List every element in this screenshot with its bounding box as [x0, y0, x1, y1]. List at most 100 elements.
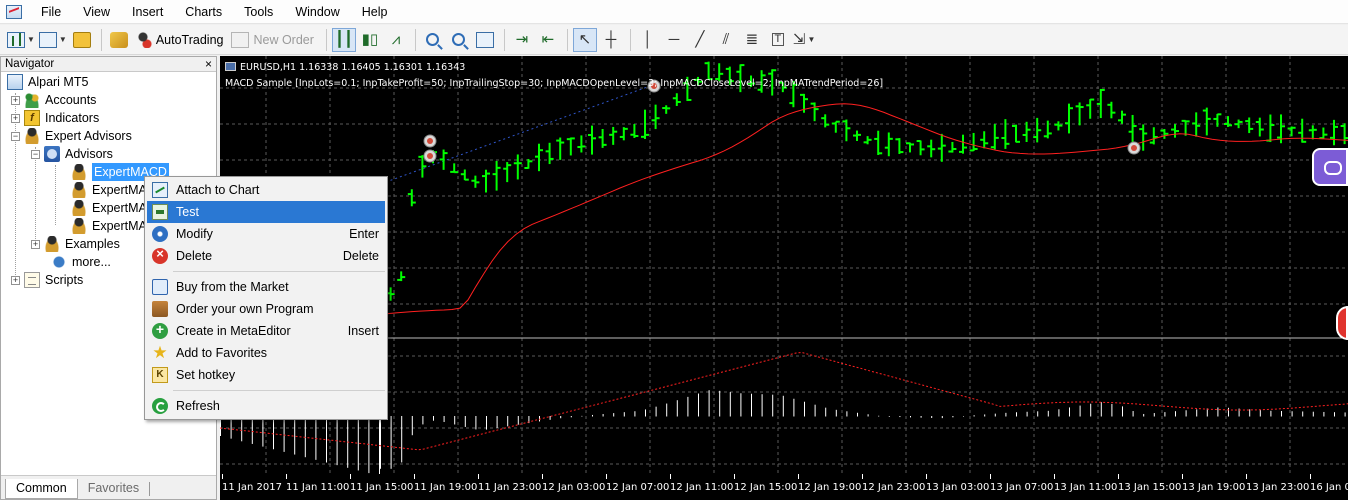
menu-file[interactable]: File — [30, 0, 72, 24]
time-label: 11 Jan 2017 — [222, 482, 282, 493]
macd-histogram-bar — [1111, 403, 1113, 417]
chart-window[interactable]: EURUSD,H1 1.16338 1.16405 1.16301 1.1634… — [220, 56, 1348, 500]
macd-histogram-bar — [443, 416, 445, 423]
price-bar — [937, 133, 946, 162]
zoom-out-button[interactable] — [447, 28, 471, 52]
macd-histogram-bar — [1196, 409, 1198, 417]
expand-icon[interactable]: + — [11, 275, 20, 285]
bar-chart-button[interactable]: ┃┃ — [331, 27, 356, 52]
price-chart-canvas[interactable] — [220, 56, 1348, 474]
tree-item-expert-advisors[interactable]: − Expert Advisors — [11, 127, 132, 145]
menu-item-attach-to-chart[interactable]: Attach to Chart — [147, 179, 385, 201]
tree-item-expert-ma-2[interactable]: ExpertMA — [71, 199, 147, 217]
tree-item-indicators[interactable]: + f Indicators — [11, 109, 99, 127]
cursor-button[interactable]: ↖ — [572, 27, 597, 52]
price-bar — [969, 132, 978, 152]
equidistant-channel-button[interactable]: ⫽ — [714, 28, 738, 52]
menu-item-set-hotkey[interactable]: K Set hotkey — [147, 364, 385, 386]
autotrading-button[interactable]: AutoTrading — [133, 28, 229, 52]
expert-advisor-icon — [44, 236, 60, 252]
time-tick — [1246, 474, 1247, 479]
navigator-title: Navigator — [5, 58, 55, 70]
macd-histogram-bar — [379, 416, 380, 474]
macd-histogram-bar — [994, 413, 996, 417]
tab-favorites[interactable]: Favorites — [78, 479, 149, 499]
metaeditor-button[interactable] — [107, 28, 131, 52]
fibonacci-button[interactable]: ≣ — [740, 28, 764, 52]
tree-item-more[interactable]: more... — [51, 253, 111, 271]
text-button[interactable]: T — [766, 28, 790, 52]
menu-window[interactable]: Window — [284, 0, 350, 24]
expand-icon[interactable]: + — [11, 113, 20, 123]
auto-scroll-button[interactable]: ⇥ — [510, 28, 534, 52]
menu-insert[interactable]: Insert — [121, 0, 174, 24]
macd-histogram-bar — [1175, 411, 1176, 417]
crosshair-button[interactable]: ┼ — [599, 28, 623, 52]
menu-help[interactable]: Help — [351, 0, 399, 24]
tree-item-root[interactable]: Alpari MT5 — [7, 73, 88, 91]
chat-widget-icon[interactable] — [1312, 148, 1348, 186]
horizontal-line-button[interactable]: ─ — [662, 28, 686, 52]
expert-advisor-icon — [71, 200, 87, 216]
menu-charts[interactable]: Charts — [174, 0, 233, 24]
new-chart-button[interactable]: ▼ — [6, 28, 36, 52]
collapse-icon[interactable]: − — [11, 131, 20, 141]
menu-item-test[interactable]: Test — [147, 201, 385, 223]
cursor-icon: ↖ — [578, 31, 592, 48]
expand-icon[interactable]: + — [31, 239, 40, 249]
collapse-icon[interactable]: − — [31, 149, 40, 159]
arrows-button[interactable]: ⇲ ▼ — [792, 28, 817, 52]
notification-widget-icon[interactable] — [1336, 306, 1348, 340]
trendline-button[interactable]: ╱ — [688, 28, 712, 52]
new-order-icon — [231, 31, 250, 48]
toolbar-separator — [325, 28, 327, 51]
menu-item-create-in-metaeditor[interactable]: Create in MetaEditor Insert — [147, 320, 385, 342]
macd-histogram-bar — [475, 416, 477, 430]
menu-item-order-program[interactable]: Order your own Program — [147, 298, 385, 320]
expand-icon[interactable]: + — [11, 95, 20, 105]
auto-scroll-icon: ⇥ — [515, 31, 529, 48]
tree-item-scripts[interactable]: + Scripts — [11, 271, 83, 289]
tree-item-expert-ma-1[interactable]: ExpertMA — [71, 181, 147, 199]
time-label: 12 Jan 11:00 — [670, 482, 734, 493]
close-icon[interactable]: × — [205, 57, 212, 71]
price-bar — [651, 104, 660, 130]
market-watch-button[interactable] — [70, 28, 94, 52]
tree-item-examples[interactable]: + Examples — [31, 235, 120, 253]
menu-item-delete[interactable]: Delete Delete — [147, 245, 385, 267]
menu-view[interactable]: View — [72, 0, 121, 24]
macd-histogram-bar — [1185, 410, 1187, 417]
menu-item-modify[interactable]: Modify Enter — [147, 223, 385, 245]
trendline-icon: ╱ — [695, 31, 705, 48]
profiles-button[interactable]: ▼ — [38, 28, 68, 52]
chart-shift-button[interactable]: ⇤ — [536, 28, 560, 52]
menu-item-buy-from-market[interactable]: Buy from the Market — [147, 276, 385, 298]
line-chart-button[interactable]: ⩘ — [384, 28, 408, 52]
price-bar — [598, 129, 607, 148]
tree-item-expert-ma-3[interactable]: ExpertMA — [71, 217, 147, 235]
new-order-button[interactable]: New Order — [230, 28, 318, 52]
candlestick-button[interactable]: ▮▯ — [358, 28, 382, 52]
tree-item-advisors[interactable]: − Advisors — [31, 145, 113, 163]
vertical-line-button[interactable]: │ — [636, 28, 660, 52]
macd-histogram-bar — [390, 416, 392, 469]
menu-item-add-to-favorites[interactable]: ★ Add to Favorites — [147, 342, 385, 364]
tab-common[interactable]: Common — [5, 479, 78, 499]
price-bar — [884, 132, 893, 157]
price-bar — [810, 102, 819, 122]
menu-tools[interactable]: Tools — [233, 0, 284, 24]
menu-item-refresh[interactable]: Refresh — [147, 395, 385, 417]
gear-icon — [152, 226, 168, 242]
tree-item-accounts[interactable]: + Accounts — [11, 91, 96, 109]
tile-windows-button[interactable] — [473, 28, 497, 52]
macd-histogram-bar — [1026, 411, 1028, 417]
zoom-in-button[interactable] — [421, 28, 445, 52]
arrows-icon: ⇲ — [792, 31, 806, 48]
price-bar — [482, 169, 490, 193]
macd-histogram-bar — [1047, 410, 1049, 417]
trade-marker-dot — [427, 138, 433, 144]
macd-histogram-bar — [1281, 410, 1282, 417]
macd-histogram-bar — [273, 416, 274, 450]
macd-histogram-bar — [634, 411, 636, 417]
macd-histogram-bar — [549, 416, 551, 420]
